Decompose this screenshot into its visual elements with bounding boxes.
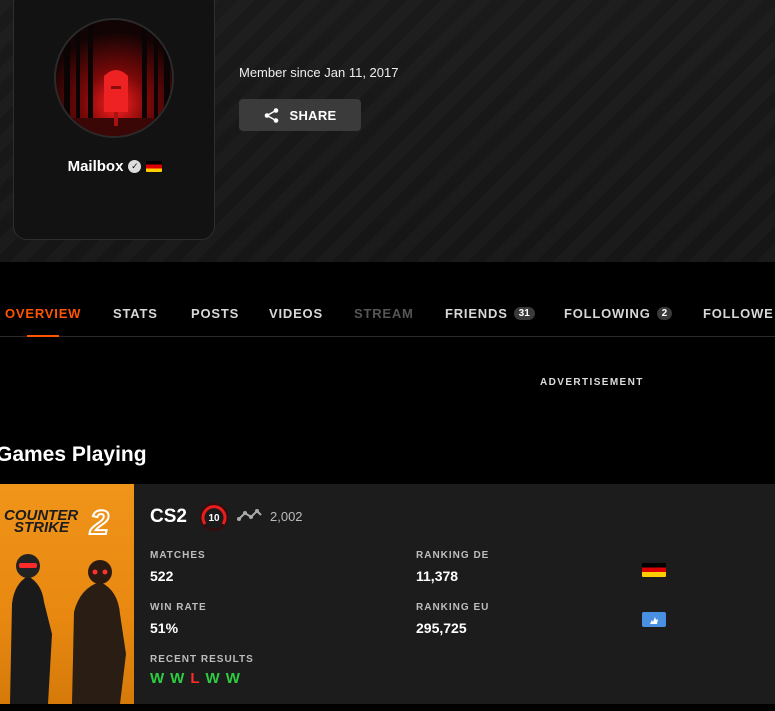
avatar-image — [56, 20, 172, 136]
result-win: W — [170, 670, 186, 687]
win-rate-label: WIN RATE — [150, 602, 207, 613]
tab-following[interactable]: FOLLOWING 2 — [564, 306, 673, 321]
share-button[interactable]: SHARE — [239, 99, 361, 131]
result-win: W — [225, 670, 241, 687]
cover-number: 2 — [89, 504, 109, 542]
elo-value: 2,002 — [270, 509, 303, 524]
flag-de-icon — [146, 161, 163, 172]
europe-map-icon — [650, 616, 658, 624]
game-cover[interactable]: COUNTER STRIKE 2 — [0, 484, 134, 704]
tab-label: OVERVIEW — [5, 306, 82, 321]
ranking-country-label: RANKING DE — [416, 550, 490, 561]
cover-title-line2: STRIKE — [14, 519, 70, 536]
avatar[interactable] — [54, 18, 174, 138]
tab-overview[interactable]: OVERVIEW — [5, 306, 81, 321]
matches-label: MATCHES — [150, 550, 206, 561]
recent-results: W W L W W — [150, 670, 241, 687]
skill-level-value: 10 — [208, 513, 220, 524]
username-row: Mailbox ✓ — [1, 158, 229, 175]
elo-graph-icon — [237, 509, 262, 521]
profile-tabs: OVERVIEW STATS POSTS VIDEOS STREAM FRIEN… — [0, 296, 775, 337]
verified-icon: ✓ — [128, 160, 142, 173]
tab-label: FOLLOWE — [703, 306, 774, 321]
win-rate-value: 51% — [150, 620, 179, 636]
ranking-region-label: RANKING EU — [416, 602, 490, 613]
skill-level-badge: 10 — [199, 502, 229, 537]
ranking-region-value: 295,725 — [416, 620, 467, 636]
tab-stats[interactable]: STATS — [113, 306, 158, 321]
tab-label: POSTS — [191, 306, 240, 321]
advertisement-label: ADVERTISEMENT — [540, 377, 644, 388]
matches-value: 522 — [150, 568, 174, 584]
share-icon — [265, 107, 279, 123]
region-eu-icon — [642, 612, 666, 627]
tab-stream[interactable]: STREAM — [354, 306, 414, 321]
share-label: SHARE — [289, 107, 337, 123]
following-count-badge: 2 — [656, 307, 673, 320]
result-win: W — [150, 670, 166, 687]
tab-videos[interactable]: VIDEOS — [269, 306, 323, 321]
game-name[interactable]: CS2 — [150, 506, 187, 528]
game-card-cs2[interactable]: COUNTER STRIKE 2 CS2 10 2,002 MATCHES 52… — [0, 484, 775, 704]
tab-label: STATS — [113, 306, 158, 321]
tab-posts[interactable]: POSTS — [191, 306, 239, 321]
cs2-cover-art: COUNTER STRIKE 2 — [4, 503, 126, 704]
games-playing-title: Games Playing — [0, 443, 147, 466]
active-tab-indicator — [27, 335, 59, 337]
tab-label: FRIENDS — [445, 306, 508, 321]
flag-de-icon — [642, 563, 666, 577]
friends-count-badge: 31 — [513, 307, 535, 320]
skill-level-icon: 10 — [200, 503, 228, 531]
profile-card: Mailbox ✓ — [13, 0, 215, 240]
result-win: W — [205, 670, 221, 687]
tab-followers[interactable]: FOLLOWE — [703, 306, 774, 321]
tab-label: FOLLOWING — [564, 306, 651, 321]
tab-friends[interactable]: FRIENDS 31 — [445, 306, 535, 321]
ranking-country-value: 11,378 — [416, 568, 459, 584]
result-loss: L — [190, 670, 201, 687]
recent-results-label: RECENT RESULTS — [150, 654, 254, 665]
member-since: Member since Jan 11, 2017 — [239, 65, 399, 80]
tab-label: STREAM — [354, 306, 414, 321]
username[interactable]: Mailbox — [68, 158, 124, 175]
tab-label: VIDEOS — [269, 306, 323, 321]
